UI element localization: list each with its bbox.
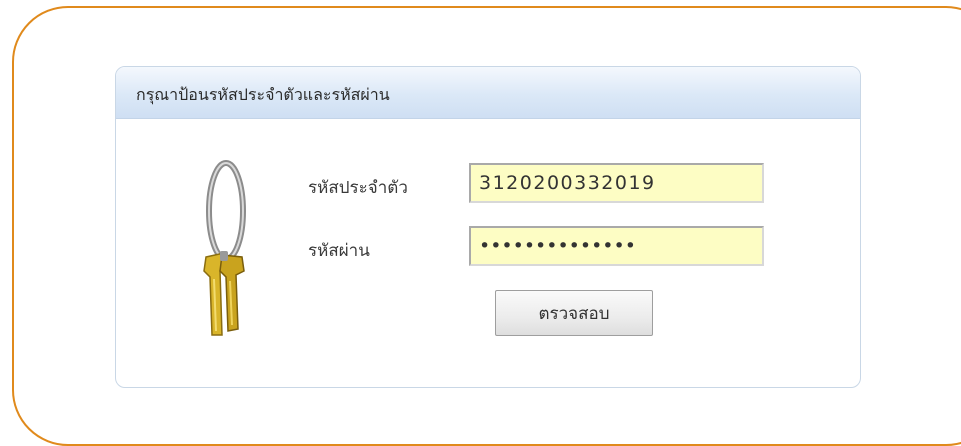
login-panel: กรุณาป้อนรหัสประจำตัวและรหัสผ่าน รหัสประ… (115, 66, 861, 388)
panel-header: กรุณาป้อนรหัสประจำตัวและรหัสผ่าน (116, 67, 860, 119)
keys-icon (194, 159, 264, 339)
id-input[interactable] (469, 163, 764, 203)
verify-button[interactable]: ตรวจสอบ (495, 290, 653, 336)
password-label: รหัสผ่าน (308, 241, 370, 261)
password-input[interactable] (469, 226, 764, 266)
id-label: รหัสประจำตัว (308, 178, 408, 198)
panel-title: กรุณาป้อนรหัสประจำตัวและรหัสผ่าน (136, 85, 390, 104)
